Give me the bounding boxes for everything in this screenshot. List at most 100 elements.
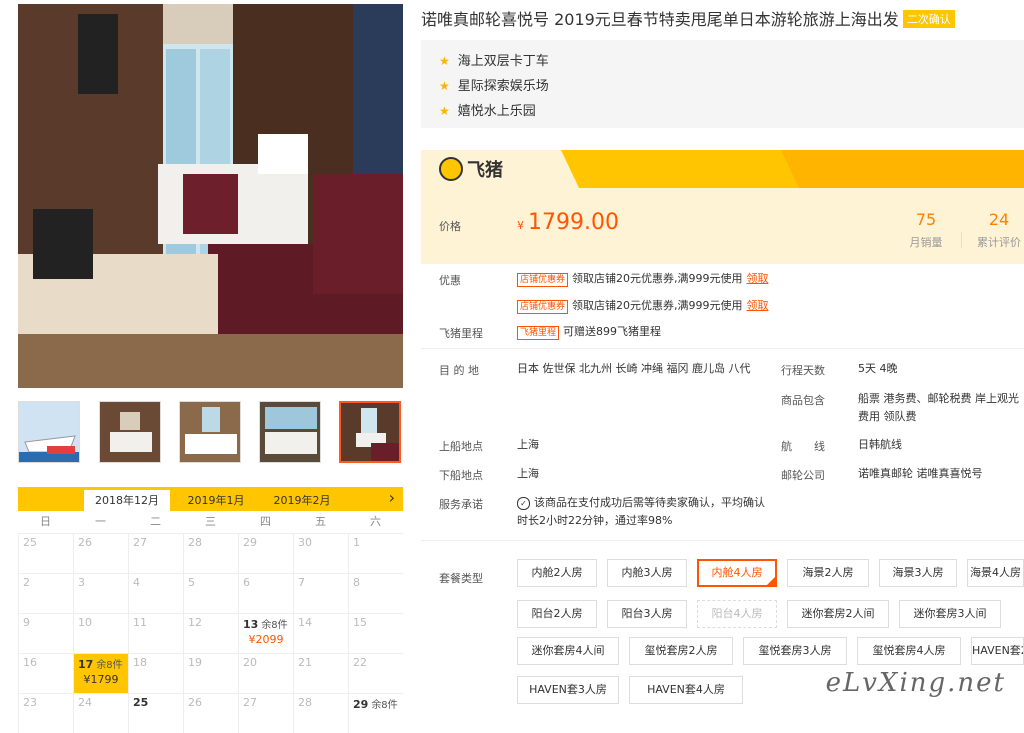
room-option[interactable]: 玺悦套房4人房 — [857, 637, 961, 665]
weekday-label: 日 — [40, 515, 51, 528]
day-number: 1 — [353, 536, 360, 549]
room-option[interactable]: HAVEN套2人房 — [971, 637, 1024, 665]
calendar-tab-feb[interactable]: 2019年2月 — [259, 490, 345, 511]
room-option[interactable]: 海景4人房 — [967, 559, 1024, 587]
room-option[interactable]: 迷你套房2人间 — [787, 600, 889, 628]
coupon-text: 领取店铺20元优惠券,满999元使用 — [572, 299, 743, 312]
claim-coupon-link[interactable]: 领取 — [747, 272, 769, 285]
day-number: 4 — [133, 576, 140, 589]
room-option[interactable]: 海景3人房 — [879, 559, 957, 587]
thumbnail-ship[interactable] — [18, 401, 80, 463]
calendar-day[interactable]: 29 余8件 — [348, 693, 403, 733]
service-row: ✓ 该商品在支付成功后需等待卖家确认，平均确认时长2小时22分钟，通过率98% — [517, 494, 767, 530]
calendar-day: 22 — [348, 653, 403, 693]
day-number: 11 — [133, 616, 147, 629]
thumbnail-room-4-selected[interactable] — [339, 401, 401, 463]
mileage-row: 飞猪里程 可赠送899飞猪里程 — [517, 323, 661, 340]
calendar-day[interactable]: 25 — [128, 693, 183, 733]
days-value: 5天 4晚 — [858, 362, 898, 375]
feature-item: ★ 星际探索娱乐场 — [439, 75, 549, 94]
remaining-stock: 余8件 — [96, 660, 123, 671]
room-option[interactable]: 迷你套房3人间 — [899, 600, 1001, 628]
review-label[interactable]: 累计评价 — [969, 234, 1024, 250]
calendar-header: 2018年12月 2019年1月 2019年2月 › — [18, 487, 403, 511]
check-circle-icon: ✓ — [517, 497, 530, 510]
day-number: 15 — [353, 616, 367, 629]
fliggy-bar: 飞猪 — [421, 150, 1024, 188]
calendar-day: 25 — [18, 533, 73, 573]
room-option[interactable]: 玺悦套房2人房 — [629, 637, 733, 665]
weekday-label: 一 — [95, 515, 106, 528]
price-value: ¥1799.00 — [517, 210, 619, 235]
day-number: 5 — [188, 576, 195, 589]
calendar-day: 3 — [73, 573, 128, 613]
room-option[interactable]: 迷你套房4人间 — [517, 637, 619, 665]
room-option[interactable]: HAVEN套4人房 — [629, 676, 743, 704]
weekday-label: 二 — [150, 515, 161, 528]
day-price: ¥2099 — [248, 633, 284, 646]
day-number: 28 — [298, 696, 312, 709]
section-divider — [421, 540, 1024, 541]
claim-coupon-link[interactable]: 领取 — [747, 299, 769, 312]
boarding-label: 上船地点 — [439, 440, 483, 453]
stat-divider — [961, 232, 962, 248]
fliggy-bar-stripes — [561, 150, 1024, 188]
room-option[interactable]: 内舱2人房 — [517, 559, 597, 587]
section-divider — [421, 348, 1024, 349]
product-title-text: 诺唯真邮轮喜悦号 2019元旦春节特卖甩尾单日本游轮旅游上海出发 — [421, 10, 899, 29]
room-option[interactable]: 内舱4人房 — [697, 559, 777, 587]
day-number: 17 — [78, 658, 94, 671]
day-number: 9 — [23, 616, 30, 629]
fliggy-brand-name: 飞猪 — [467, 160, 503, 181]
calendar-day: 16 — [18, 653, 73, 693]
calendar-day: 27 — [128, 533, 183, 573]
coupon-tag: 店铺优惠券 — [517, 300, 569, 314]
room-option[interactable]: HAVEN套3人房 — [517, 676, 619, 704]
monthly-sales-label: 月销量 — [909, 236, 943, 249]
room-option[interactable]: 内舱3人房 — [607, 559, 687, 587]
calendar-day[interactable]: 17 余8件 ¥1799 — [73, 653, 128, 693]
day-number: 3 — [78, 576, 85, 589]
thumbnail-room-1[interactable] — [99, 401, 161, 463]
review-count[interactable]: 24 — [969, 210, 1024, 229]
promo-label: 优惠 — [439, 274, 461, 287]
coupon-row: 店铺优惠券 领取店铺20元优惠券,满999元使用 领取 — [517, 297, 769, 314]
calendar-day: 21 — [293, 653, 348, 693]
calendar-day[interactable]: 13 余8件 ¥2099 — [238, 613, 293, 653]
price-box: 价格 ¥1799.00 75 月销量 24 累计评价 — [421, 188, 1024, 264]
star-icon: ★ — [439, 104, 450, 118]
calendar-day: 30 — [293, 533, 348, 573]
room-option[interactable]: 海景2人房 — [787, 559, 869, 587]
room-option[interactable]: 阳台3人房 — [607, 600, 687, 628]
day-number: 27 — [133, 536, 147, 549]
day-number: 6 — [243, 576, 250, 589]
remaining-stock: 余8件 — [261, 620, 288, 631]
coupon-row: 店铺优惠券 领取店铺20元优惠券,满999元使用 领取 — [517, 270, 769, 287]
day-number: 12 — [188, 616, 202, 629]
route-value: 日韩航线 — [858, 438, 902, 451]
day-number: 19 — [188, 656, 202, 669]
cruise-company-label: 邮轮公司 — [781, 469, 825, 482]
day-number: 18 — [133, 656, 147, 669]
room-option[interactable]: 阳台2人房 — [517, 600, 597, 628]
star-icon: ★ — [439, 54, 450, 68]
calendar-day: 26 — [183, 693, 238, 733]
thumbnail-room-2[interactable] — [179, 401, 241, 463]
main-room-photo — [18, 4, 403, 388]
day-number: 22 — [353, 656, 367, 669]
day-number: 29 — [353, 698, 369, 711]
calendar-day: 6 — [238, 573, 293, 613]
calendar-day: 26 — [73, 533, 128, 573]
coupon-text: 领取店铺20元优惠券,满999元使用 — [572, 272, 743, 285]
calendar-tab-jan[interactable]: 2019年1月 — [173, 490, 259, 511]
thumbnail-room-3[interactable] — [259, 401, 321, 463]
day-number: 30 — [298, 536, 312, 549]
room-option[interactable]: 玺悦套房3人房 — [743, 637, 847, 665]
destination-label: 目 的 地 — [439, 364, 479, 377]
calendar-day: 19 — [183, 653, 238, 693]
day-number: 26 — [78, 536, 92, 549]
calendar-tab-dec[interactable]: 2018年12月 — [84, 490, 170, 511]
calendar-day: 12 — [183, 613, 238, 653]
product-title: 诺唯真邮轮喜悦号 2019元旦春节特卖甩尾单日本游轮旅游上海出发 二次确认 — [421, 6, 1021, 30]
chevron-right-icon[interactable]: › — [389, 487, 395, 509]
